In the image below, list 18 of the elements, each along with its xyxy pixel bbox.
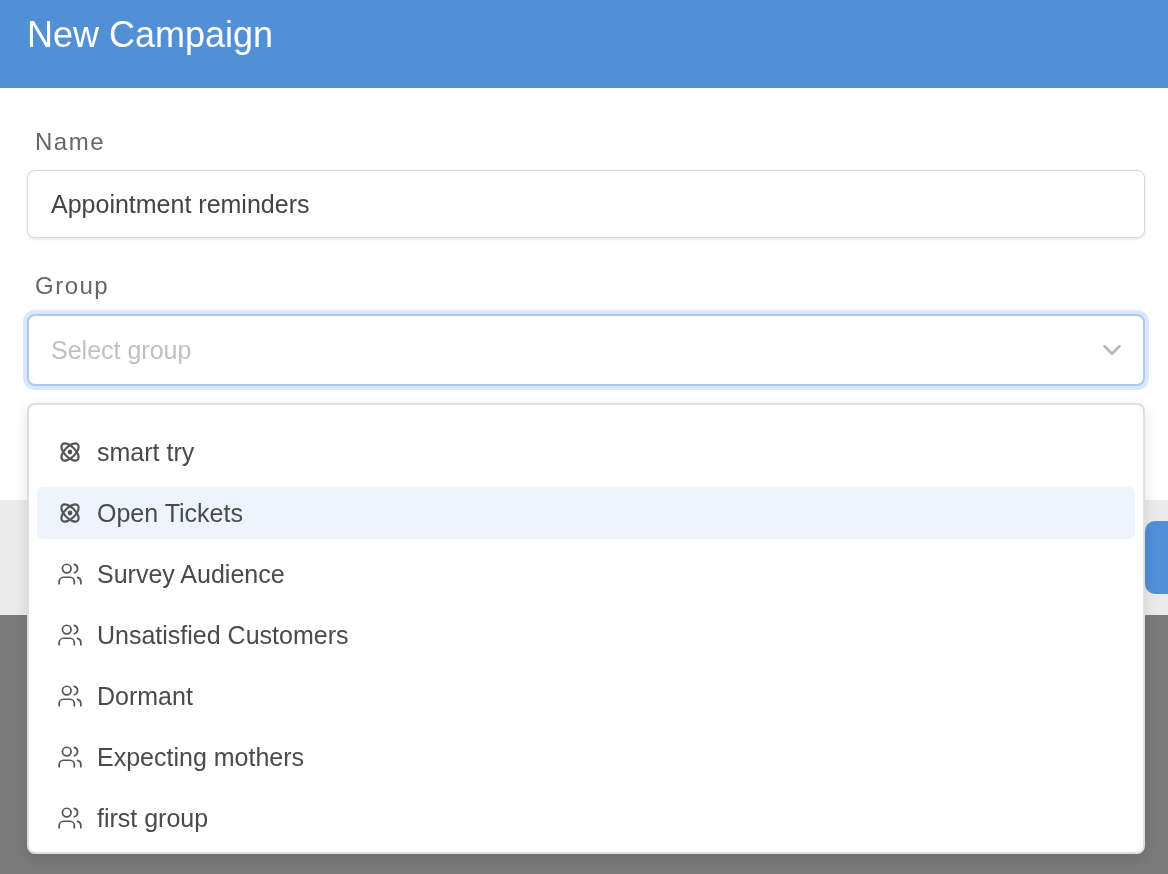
dropdown-item[interactable]: Dormant (37, 670, 1135, 722)
users-icon (57, 683, 83, 709)
users-icon (57, 622, 83, 648)
dropdown-item[interactable]: Unsatisfied Customers (37, 609, 1135, 661)
dropdown-item[interactable]: Survey Audience (37, 548, 1135, 600)
dropdown-item[interactable]: Open Tickets (37, 487, 1135, 539)
dialog-title: New Campaign (27, 14, 274, 56)
dropdown-item[interactable]: first group (37, 792, 1135, 844)
users-icon (57, 561, 83, 587)
field-label: Group (35, 272, 111, 300)
field-label: Name (35, 128, 107, 156)
users-icon (57, 805, 83, 831)
atom-icon (57, 439, 83, 465)
dropdown-item[interactable]: smart try (37, 426, 1135, 478)
atom-icon (57, 500, 83, 526)
users-icon (57, 744, 83, 770)
name-input-field[interactable]: Appointment reminders (27, 170, 1145, 238)
dropdown-item[interactable]: Expecting mothers (37, 731, 1135, 783)
